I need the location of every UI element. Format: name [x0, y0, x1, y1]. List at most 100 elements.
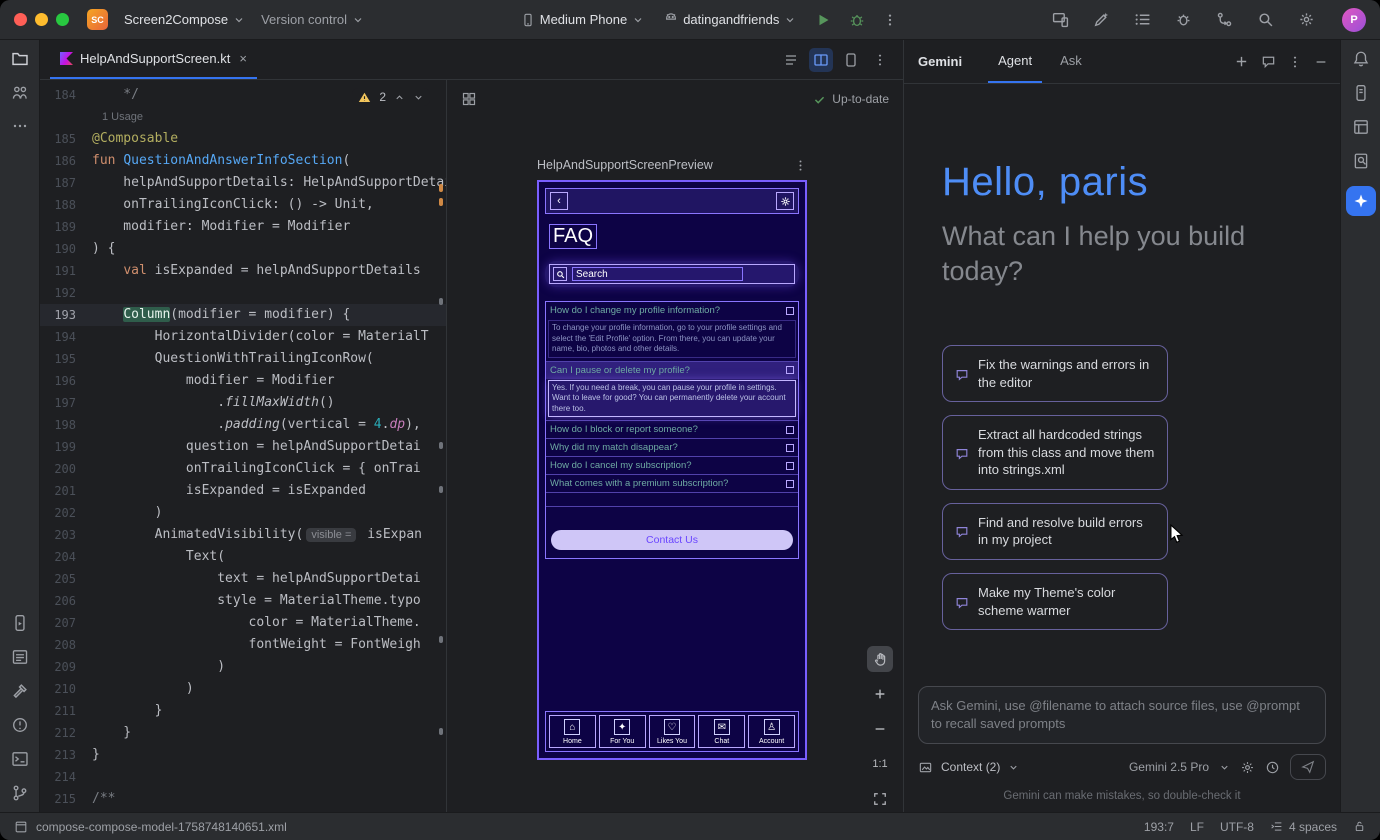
user-avatar[interactable]: P [1342, 8, 1366, 32]
sync-project-icon[interactable] [1209, 6, 1240, 33]
code-line[interactable]: 206 style = MaterialTheme.typo [40, 590, 446, 612]
code-line[interactable]: 196 modifier = Modifier [40, 370, 446, 392]
device-preview-frame[interactable]: ‹ FAQ Search How do I change my profile … [537, 180, 807, 760]
editor-options-icon[interactable] [869, 49, 891, 71]
code-line[interactable]: 204 Text( [40, 546, 446, 568]
faq-answer-text[interactable]: To change your profile information, go t… [548, 320, 796, 358]
code-line[interactable]: 192 [40, 282, 446, 304]
gemini-tab-agent[interactable]: Agent [988, 40, 1042, 83]
prompt-history-icon[interactable] [1265, 760, 1280, 775]
notifications-icon[interactable] [1352, 50, 1370, 68]
run-button[interactable] [808, 7, 838, 33]
editor-tab[interactable]: HelpAndSupportScreen.kt × [50, 40, 257, 79]
suggestion-card[interactable]: Extract all hardcoded strings from this … [942, 415, 1168, 490]
model-selector[interactable]: Gemini 2.5 Pro [1129, 760, 1209, 774]
app-inspection-icon[interactable] [1352, 152, 1370, 170]
code-hint-line[interactable]: 1 Usage [40, 106, 446, 128]
project-selector[interactable]: Screen2Compose [116, 8, 253, 31]
read-write-lock-icon[interactable] [1353, 820, 1366, 833]
more-actions-icon[interactable] [876, 8, 904, 32]
code-editor[interactable]: 184 */1 Usage185@Composable186fun Questi… [40, 80, 447, 812]
expand-icon[interactable] [786, 480, 794, 488]
zoom-in-button[interactable] [867, 681, 893, 707]
search-bar[interactable]: Search [545, 261, 799, 287]
suggestion-card[interactable]: Make my Theme's color scheme warmer [942, 573, 1168, 630]
hide-panel-icon[interactable] [1314, 55, 1328, 69]
attach-context-icon[interactable] [918, 760, 933, 775]
suggestion-card[interactable]: Find and resolve build errors in my proj… [942, 503, 1168, 560]
expand-icon[interactable] [786, 307, 794, 315]
code-line[interactable]: 213} [40, 744, 446, 766]
settings-gear-button[interactable] [776, 192, 794, 210]
minimize-window-button[interactable] [35, 13, 48, 26]
code-line[interactable]: 188 onTrailingIconClick: () -> Unit, [40, 194, 446, 216]
problems-icon[interactable] [11, 716, 29, 734]
version-control-icon[interactable] [11, 784, 29, 802]
expand-icon[interactable] [786, 444, 794, 452]
chat-history-icon[interactable] [1261, 54, 1276, 69]
indent-size[interactable]: 4 spaces [1289, 820, 1337, 834]
code-line[interactable]: 205 text = helpAndSupportDetai [40, 568, 446, 590]
gemini-prompt-input[interactable]: Ask Gemini, use @filename to attach sour… [918, 686, 1326, 744]
send-prompt-button[interactable] [1290, 754, 1326, 780]
nav-item-account[interactable]: ♙Account [748, 715, 795, 748]
project-toolwindow-icon[interactable] [11, 50, 29, 68]
running-devices-icon[interactable] [11, 614, 29, 632]
settings-icon[interactable] [1291, 6, 1322, 33]
preview-options-icon[interactable] [794, 159, 807, 172]
split-view-icon[interactable] [809, 48, 833, 72]
device-mirroring-icon[interactable] [1045, 6, 1076, 33]
contact-us-button[interactable]: Contact Us [551, 530, 793, 550]
nav-item-home[interactable]: ⌂Home [549, 715, 596, 748]
code-line[interactable]: 209 ) [40, 656, 446, 678]
panel-options-icon[interactable] [1288, 55, 1302, 69]
code-line[interactable]: 191 val isExpanded = helpAndSupportDetai… [40, 260, 446, 282]
zoom-level-button[interactable]: 1:1 [867, 751, 893, 777]
code-line[interactable]: 210 ) [40, 678, 446, 700]
code-line[interactable]: 193 Column(modifier = modifier) { [40, 304, 446, 326]
preview-name-label[interactable]: HelpAndSupportScreenPreview [537, 158, 713, 172]
expand-icon[interactable] [786, 462, 794, 470]
code-line[interactable]: 190) { [40, 238, 446, 260]
gemini-tab-ask[interactable]: Ask [1050, 40, 1092, 83]
vcs-widget[interactable]: Version control [253, 8, 372, 31]
pan-tool-button[interactable] [867, 646, 893, 672]
previous-problem-icon[interactable] [394, 92, 405, 103]
code-line[interactable]: 187 helpAndSupportDetails: HelpAndSuppor… [40, 172, 446, 194]
back-button[interactable]: ‹ [550, 192, 568, 210]
structure-toolwindow-icon[interactable] [11, 84, 29, 102]
next-problem-icon[interactable] [413, 92, 424, 103]
code-line[interactable]: 189 modifier: Modifier = Modifier [40, 216, 446, 238]
code-line[interactable]: 208 fontWeight = FontWeigh [40, 634, 446, 656]
terminal-icon[interactable] [11, 750, 29, 768]
file-encoding[interactable]: UTF-8 [1220, 820, 1254, 834]
task-list-icon[interactable] [1127, 6, 1158, 33]
code-line[interactable]: 202 ) [40, 502, 446, 524]
caret-position[interactable]: 193:7 [1144, 820, 1174, 834]
code-line[interactable]: 199 question = helpAndSupportDetai [40, 436, 446, 458]
more-toolwindows-icon[interactable] [12, 118, 28, 134]
inspection-widget[interactable]: 2 [352, 88, 430, 106]
code-line[interactable]: 185@Composable [40, 128, 446, 150]
context-selector[interactable]: Context (2) [941, 760, 1000, 774]
layout-inspector-icon[interactable] [1352, 118, 1370, 136]
faq-question-row[interactable]: Can I pause or delete my profile? [546, 362, 798, 379]
usage-hint[interactable]: 1 Usage [92, 111, 143, 123]
new-chat-icon[interactable] [1234, 54, 1249, 69]
code-line[interactable]: 200 onTrailingIconClick = { onTrai [40, 458, 446, 480]
expand-icon[interactable] [786, 366, 794, 374]
line-ending[interactable]: LF [1190, 820, 1204, 834]
build-icon[interactable] [11, 682, 29, 700]
faq-answer-text[interactable]: Yes. If you need a break, you can pause … [548, 380, 796, 418]
debug-button[interactable] [842, 7, 872, 33]
close-window-button[interactable] [14, 13, 27, 26]
code-line[interactable]: 211 } [40, 700, 446, 722]
design-view-icon[interactable] [839, 48, 863, 72]
close-tab-icon[interactable]: × [239, 51, 247, 66]
code-line[interactable]: 214 [40, 766, 446, 788]
device-explorer-icon[interactable] [1352, 84, 1370, 102]
run-configuration-selector[interactable]: datingandfriends [656, 8, 804, 31]
code-line[interactable]: 215/** [40, 788, 446, 810]
zoom-out-button[interactable] [867, 716, 893, 742]
nav-item-chat[interactable]: ✉Chat [698, 715, 745, 748]
